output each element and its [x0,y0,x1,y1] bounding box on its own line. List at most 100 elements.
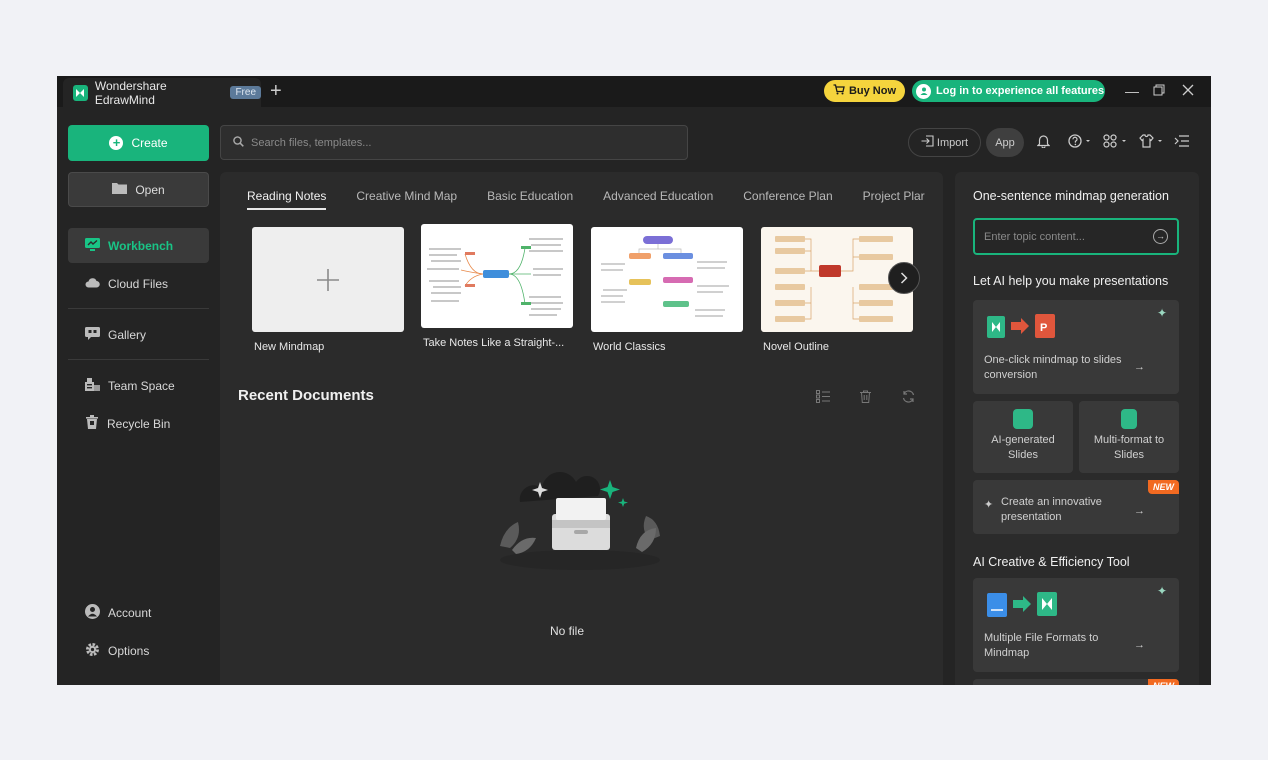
slides-conversion-text: One-click mindmap to slides conversion [984,354,1122,381]
list-view-icon[interactable] [816,390,830,406]
sidebar-item-account[interactable]: Account [68,595,209,630]
plus-icon [317,268,339,291]
close-icon[interactable] [1182,82,1194,100]
import-button[interactable]: Import [908,128,981,157]
submit-arrow-icon[interactable]: → [1153,229,1168,244]
sidebar-item-gallery[interactable]: Gallery [68,317,209,352]
title-bar: Wondershare EdrawMind Free + Buy Now Log… [57,76,1211,107]
cart-icon [833,84,845,98]
multi-format-slides-text: Multi-format to Slides [1093,434,1165,461]
panel-collapse-icon[interactable] [1174,134,1190,152]
tab-advanced-education[interactable]: Advanced Education [603,189,713,210]
app-title: Wondershare EdrawMind [94,78,167,107]
cloud-icon [85,277,100,291]
template-card-world-classics[interactable]: World Classics [591,227,743,353]
sidebar-item-team-space[interactable]: Team Space [68,368,209,403]
template-card-new-mindmap[interactable]: New Mindmap [252,227,404,353]
shirt-theme-icon[interactable] [1139,134,1165,152]
sidebar-item-recycle-bin[interactable]: Recycle Bin [68,406,209,441]
ai-panel: One-sentence mindmap generation → Let AI… [955,172,1199,685]
ai-tool-card[interactable]: NEW [973,679,1179,685]
sidebar-item-workbench[interactable]: Workbench [68,228,209,263]
mindmap-to-slides-icon: P [987,314,1055,338]
search-icon [233,134,244,152]
creative-efficiency-title: AI Creative & Efficiency Tool [973,555,1130,569]
sidebar-item-options[interactable]: Options [68,633,209,668]
template-thumbnail[interactable] [591,227,743,332]
search-input[interactable] [251,136,651,149]
sidebar-item-label: Team Space [108,378,175,393]
tab-creative-mind-map[interactable]: Creative Mind Map [356,189,457,210]
arrow-right-icon: → [1134,361,1145,373]
arrow-right-icon: → [1134,639,1145,651]
app-button[interactable]: App [986,128,1024,157]
multi-format-icon [1121,409,1137,429]
buy-now-label: Buy Now [848,85,897,97]
mindmap-to-slides-card[interactable]: P ✦ One-click mindmap to slides conversi… [973,300,1179,394]
templates-next-button[interactable] [888,262,920,294]
buy-now-button[interactable]: Buy Now [824,80,905,102]
search-bar[interactable] [220,125,688,160]
multi-format-slides-card[interactable]: Multi-format to Slides [1079,401,1179,473]
open-button[interactable]: Open [68,172,209,207]
chevron-right-icon [900,272,908,284]
template-thumbnail[interactable] [421,224,573,328]
plus-icon: + [109,136,124,150]
innovative-presentation-text: Create an innovative presentation [1001,496,1102,523]
grid-apps-icon[interactable] [1103,134,1128,152]
tab-basic-education[interactable]: Basic Education [487,189,573,210]
sidebar-divider [68,308,209,309]
sidebar-item-label: Options [108,643,150,658]
new-tab-button[interactable]: + [270,81,282,101]
formats-to-mindmap-text: Multiple File Formats to Mindmap [984,632,1099,659]
topic-input-box[interactable]: → [973,218,1179,255]
help-icon[interactable] [1068,134,1092,152]
gear-icon [85,642,100,660]
new-mindmap-thumbnail[interactable] [252,227,404,332]
template-card-label: New Mindmap [254,341,325,353]
delete-icon[interactable] [859,390,872,406]
generation-title: One-sentence mindmap generation [973,189,1169,203]
minimize-icon[interactable]: — [1125,82,1139,100]
ai-generated-slides-card[interactable]: AI-generated Slides [973,401,1073,473]
sidebar-item-label: Cloud Files [108,276,169,291]
tab-project-plan[interactable]: Project Plar [863,189,925,210]
tab-conference-plan[interactable]: Conference Plan [743,189,832,210]
tab-reading-notes[interactable]: Reading Notes [247,189,327,210]
app-window: Wondershare EdrawMind Free + Buy Now Log… [57,76,1211,685]
refresh-icon[interactable] [902,390,915,406]
template-card-label: World Classics [593,341,666,353]
create-button[interactable]: + Create [68,125,209,161]
template-card-take-notes[interactable]: Take Notes Like a Straight-... [421,224,573,349]
login-button[interactable]: Log in to experience all features [912,80,1105,102]
sidebar-item-label: Account [108,605,152,620]
trash-icon [85,415,99,432]
workbench-icon [85,237,100,254]
app-label: App [995,136,1015,149]
account-icon [85,603,100,622]
create-label: Create [131,136,168,150]
new-badge: NEW [1148,679,1179,685]
ai-generated-slides-text: AI-generated Slides [991,434,1055,461]
sidebar-divider [68,359,209,360]
template-card-novel-outline[interactable]: Novel Outline [761,227,913,353]
main-panel: Reading Notes Creative Mind Map Basic Ed… [220,172,943,685]
sidebar-item-label: Workbench [108,238,174,253]
login-label: Log in to experience all features [936,85,1105,97]
restore-icon[interactable] [1153,82,1165,100]
plan-badge: Free [230,86,261,99]
sparkle-icon: ✦ [984,499,994,511]
new-badge: NEW [1148,480,1179,494]
topic-input[interactable] [984,230,1144,243]
app-tab[interactable]: Wondershare EdrawMind Free [63,78,261,107]
empty-state-text: No file [550,624,585,638]
sparkle-icon: ✦ [1156,584,1167,598]
sidebar-item-label: Recycle Bin [107,416,171,431]
presentations-title: Let AI help you make presentations [973,274,1169,288]
innovative-presentation-card[interactable]: NEW ✦ Create an innovative presentation … [973,480,1179,534]
folder-icon [112,182,128,197]
sidebar-item-cloud-files[interactable]: Cloud Files [68,266,209,301]
formats-to-mindmap-card[interactable]: ✦ Multiple File Formats to Mindmap → [973,578,1179,672]
edrawmind-logo-icon [73,84,88,101]
bell-icon[interactable] [1036,134,1051,152]
